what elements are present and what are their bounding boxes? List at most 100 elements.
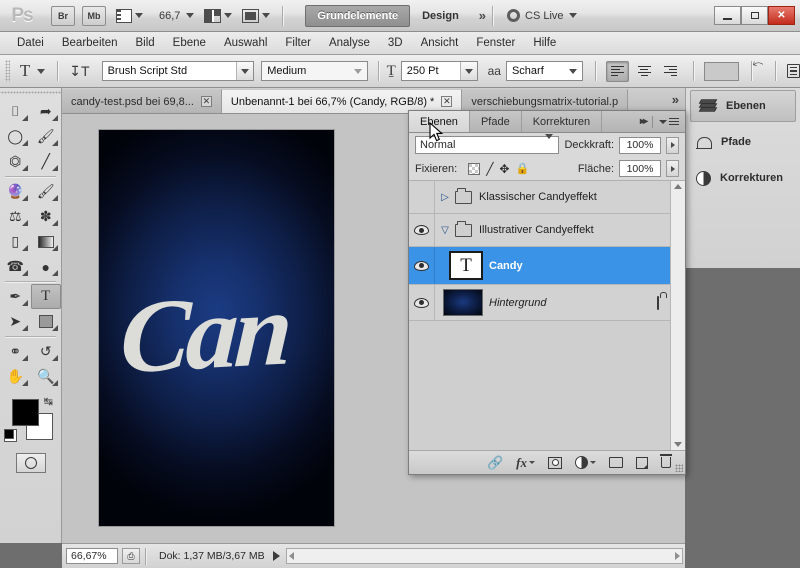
- healing-brush-tool[interactable]: 🔮: [0, 179, 31, 204]
- chevron-down-icon[interactable]: [37, 68, 46, 74]
- layers-scrollbar[interactable]: [670, 181, 685, 450]
- menu-ansicht[interactable]: Ansicht: [412, 34, 468, 52]
- eraser-tool[interactable]: ▯: [0, 229, 31, 254]
- minimize-button[interactable]: [714, 6, 741, 25]
- font-family-select[interactable]: Brush Script Std: [101, 61, 255, 81]
- arrange-documents-button[interactable]: [204, 8, 233, 23]
- status-expand-arrow-icon[interactable]: [272, 551, 280, 561]
- lock-all-icon[interactable]: 🔒: [515, 162, 529, 175]
- 3d-orbit-tool[interactable]: ↺: [31, 339, 62, 364]
- close-button[interactable]: ✕: [768, 6, 795, 25]
- scroll-left-arrow-icon[interactable]: [288, 552, 294, 560]
- new-group-icon[interactable]: [609, 457, 623, 468]
- align-center-button[interactable]: [632, 61, 656, 82]
- font-style-select[interactable]: Medium: [261, 61, 368, 81]
- document-tabs-overflow-button[interactable]: »: [672, 92, 685, 110]
- clone-stamp-tool[interactable]: ⚖: [0, 204, 31, 229]
- scroll-down-arrow-icon[interactable]: [674, 442, 682, 447]
- chevron-down-icon[interactable]: ▽: [435, 225, 455, 236]
- horizontal-scrollbar[interactable]: [285, 548, 683, 564]
- menu-filter[interactable]: Filter: [276, 34, 320, 52]
- tab-korrekturen[interactable]: Korrekturen: [522, 111, 603, 132]
- table-row[interactable]: T Candy: [409, 247, 670, 285]
- launch-bridge-button[interactable]: Br: [51, 5, 75, 26]
- align-left-button[interactable]: [605, 60, 630, 82]
- cs-live-button[interactable]: CS Live: [507, 9, 577, 22]
- document-tab-candy-test[interactable]: candy-test.psd bei 69,8... ✕: [62, 89, 222, 113]
- eyedropper-tool[interactable]: ╱: [31, 149, 62, 174]
- scroll-right-arrow-icon[interactable]: [675, 552, 680, 560]
- fill-input[interactable]: 100%: [619, 160, 661, 177]
- dock-item-pfade[interactable]: Pfade: [686, 124, 800, 160]
- collapse-panel-icon[interactable]: ▸▸: [640, 116, 648, 127]
- panel-menu-icon[interactable]: [659, 117, 679, 126]
- opacity-input[interactable]: 100%: [619, 136, 661, 154]
- options-bar-grip[interactable]: [5, 60, 10, 82]
- move-tool[interactable]: ➦: [31, 99, 62, 124]
- document-preview-icon[interactable]: ⎙: [122, 548, 140, 564]
- gradient-tool[interactable]: [31, 229, 62, 254]
- zoom-dropdown-button[interactable]: [186, 13, 195, 18]
- pen-tool[interactable]: ✒: [0, 284, 31, 309]
- opacity-slider-button[interactable]: [666, 136, 679, 154]
- launch-mini-bridge-button[interactable]: Mb: [82, 5, 106, 26]
- lock-position-icon[interactable]: ✥: [499, 162, 509, 176]
- layer-thumbnail[interactable]: [443, 289, 483, 316]
- 3d-rotate-tool[interactable]: ⚭: [0, 339, 31, 364]
- default-colors-icon[interactable]: [4, 429, 17, 442]
- workspace-tab-grundelemente[interactable]: Grundelemente: [305, 4, 411, 27]
- swap-colors-icon[interactable]: ↹: [44, 395, 53, 408]
- scroll-up-arrow-icon[interactable]: [674, 184, 682, 189]
- character-panel-icon[interactable]: [787, 64, 800, 78]
- dock-item-ebenen[interactable]: Ebenen: [690, 90, 796, 122]
- chevron-right-icon[interactable]: ▷: [435, 192, 455, 203]
- font-size-select[interactable]: 250 Pt: [400, 61, 478, 81]
- document-canvas[interactable]: Can: [99, 130, 334, 526]
- fill-slider-button[interactable]: [666, 160, 679, 177]
- workspace-overflow-button[interactable]: »: [479, 8, 486, 23]
- align-right-button[interactable]: [659, 61, 683, 82]
- menu-bearbeiten[interactable]: Bearbeiten: [53, 34, 127, 52]
- quick-select-tool[interactable]: 🖌: [31, 124, 62, 149]
- tab-ebenen[interactable]: Ebenen: [409, 111, 470, 132]
- tools-palette-grip[interactable]: [0, 88, 61, 99]
- zoom-input[interactable]: 66,67%: [66, 548, 118, 564]
- path-selection-tool[interactable]: ➤: [0, 309, 31, 334]
- close-icon[interactable]: ✕: [441, 96, 453, 107]
- dock-item-korrekturen[interactable]: Korrekturen: [686, 160, 800, 196]
- layer-visibility-toggle[interactable]: [409, 214, 435, 246]
- marquee-tool[interactable]: ⌷: [0, 99, 31, 124]
- view-extras-button[interactable]: [116, 8, 143, 23]
- menu-analyse[interactable]: Analyse: [320, 34, 379, 52]
- lasso-tool[interactable]: ◯: [0, 124, 31, 149]
- type-tool[interactable]: T: [30, 284, 61, 309]
- layer-visibility-toggle[interactable]: [409, 247, 435, 284]
- layer-visibility-toggle[interactable]: [409, 181, 435, 213]
- table-row[interactable]: ▽ Illustrativer Candyeffekt: [409, 214, 670, 247]
- menu-datei[interactable]: Datei: [8, 34, 53, 52]
- history-brush-tool[interactable]: ✽: [31, 204, 62, 229]
- panel-resize-handle[interactable]: [675, 464, 683, 472]
- add-mask-icon[interactable]: [548, 456, 562, 469]
- new-layer-icon[interactable]: [636, 456, 648, 469]
- menu-auswahl[interactable]: Auswahl: [215, 34, 276, 52]
- table-row[interactable]: ▷ Klassischer Candyeffekt: [409, 181, 670, 214]
- lock-transparency-icon[interactable]: [468, 162, 481, 175]
- text-orientation-icon[interactable]: ↧T: [69, 63, 89, 80]
- tab-pfade[interactable]: Pfade: [470, 111, 522, 132]
- close-icon[interactable]: ✕: [200, 96, 212, 107]
- layer-style-icon[interactable]: fx: [516, 455, 535, 471]
- zoom-tool[interactable]: 🔍: [31, 364, 62, 389]
- table-row[interactable]: Hintergrund: [409, 285, 670, 321]
- menu-bild[interactable]: Bild: [126, 34, 163, 52]
- workspace-tab-design[interactable]: Design: [410, 5, 471, 27]
- layer-visibility-toggle[interactable]: [409, 285, 435, 320]
- restore-button[interactable]: [741, 6, 768, 25]
- antialiasing-select[interactable]: Scharf: [505, 61, 583, 81]
- shape-tool[interactable]: [31, 309, 62, 334]
- menu-3d[interactable]: 3D: [379, 34, 412, 52]
- delete-layer-icon[interactable]: [660, 454, 672, 468]
- blur-tool[interactable]: ☎: [0, 254, 31, 279]
- quick-mask-button[interactable]: [15, 453, 46, 473]
- screen-mode-button[interactable]: [242, 8, 271, 23]
